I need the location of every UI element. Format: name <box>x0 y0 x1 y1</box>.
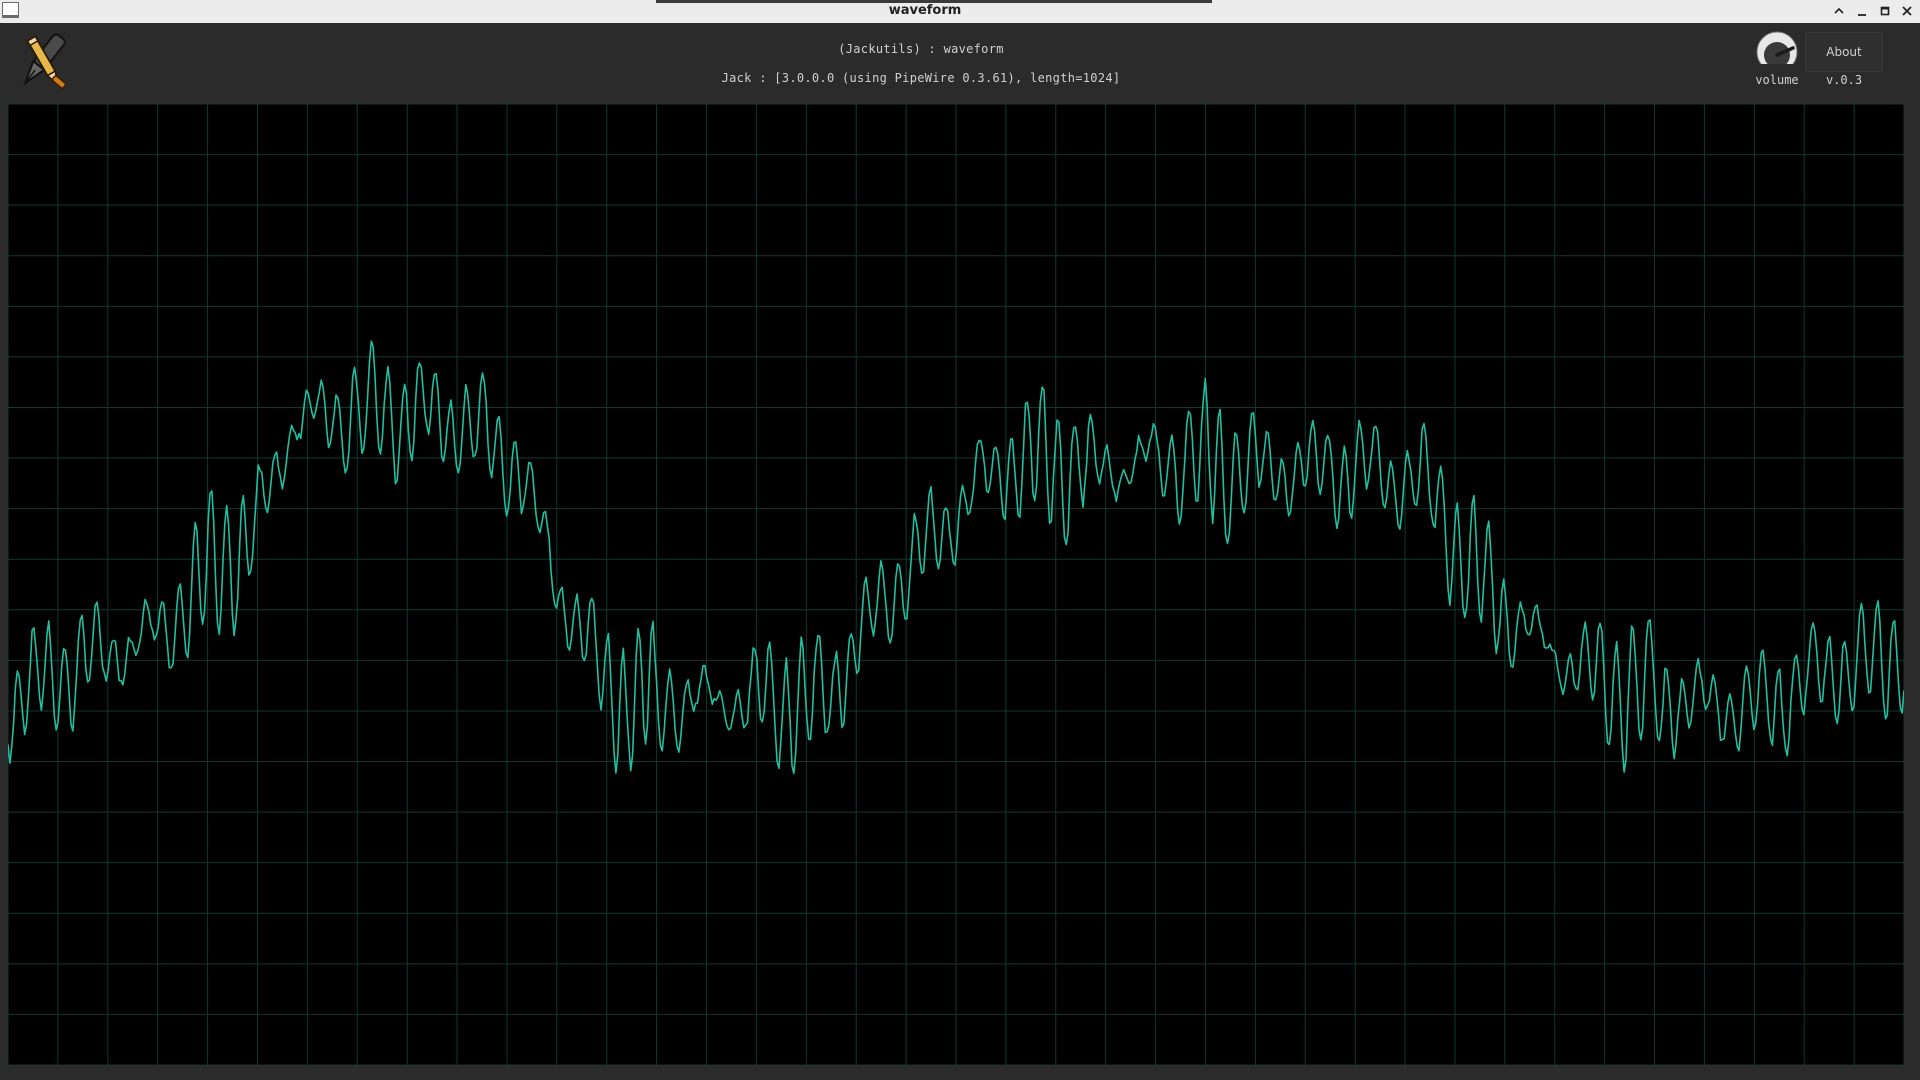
volume-label: volume <box>1755 73 1799 87</box>
maximize-icon <box>1880 6 1890 16</box>
shade-button[interactable] <box>1830 2 1848 20</box>
maximize-button[interactable] <box>1876 2 1894 20</box>
minimize-icon <box>1858 14 1866 16</box>
minimize-button[interactable] <box>1853 2 1871 20</box>
about-button[interactable]: About <box>1805 32 1883 72</box>
bottom-border <box>0 1065 1920 1080</box>
title-bar[interactable]: waveform <box>0 0 1920 24</box>
app-title: (Jackutils) : waveform <box>838 42 1004 56</box>
header-panel: (Jackutils) : waveform Jack : [3.0.0.0 (… <box>0 23 1920 103</box>
close-icon <box>1902 6 1912 16</box>
app-window: waveform (Jackutils): waveform Jack: [… <box>0 0 1920 1080</box>
close-button[interactable] <box>1898 2 1916 20</box>
waveform-scope <box>8 104 1904 1065</box>
pen-and-pencil-icon <box>23 33 67 89</box>
window-title: waveform <box>888 3 962 18</box>
volume-knob[interactable] <box>1755 30 1799 74</box>
scope-grid <box>8 104 1904 1065</box>
chevron-up-icon <box>1834 7 1844 14</box>
version-label: v.0.3 <box>1825 73 1863 87</box>
jack-info-text: Jack : [3.0.0.0 (using PipeWire 0.3.61),… <box>721 71 1121 85</box>
